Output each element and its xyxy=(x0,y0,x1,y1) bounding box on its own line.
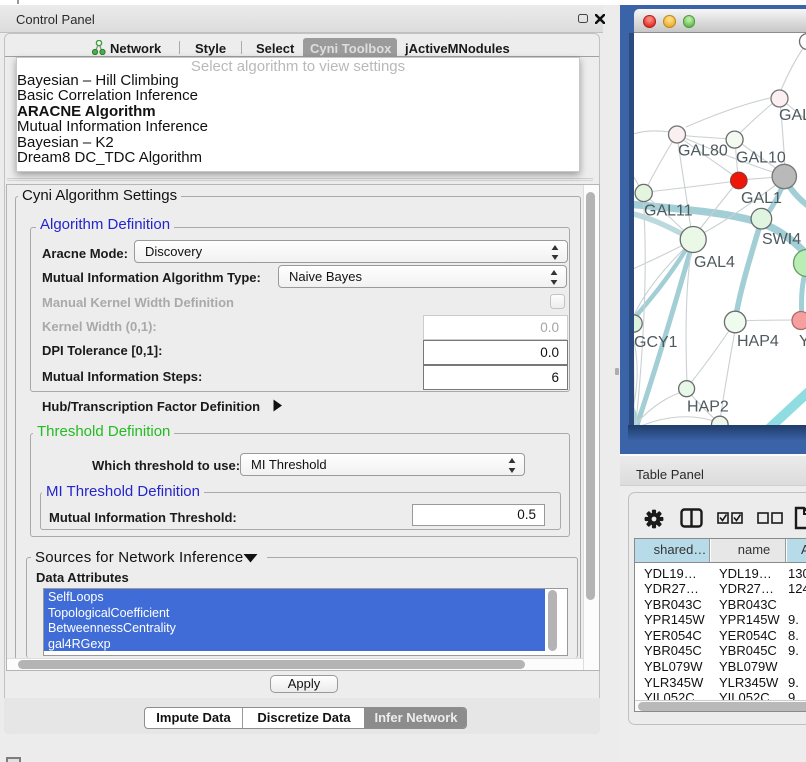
svg-text:GAL80: GAL80 xyxy=(678,143,728,160)
svg-text:GAL4: GAL4 xyxy=(694,254,735,271)
svg-text:GAL11: GAL11 xyxy=(644,203,693,220)
svg-text:GCY1: GCY1 xyxy=(634,334,678,351)
svg-text:GAL1: GAL1 xyxy=(741,190,782,207)
svg-text:SWI4: SWI4 xyxy=(762,231,801,248)
svg-text:HAP4: HAP4 xyxy=(737,333,779,350)
svg-text:YJ: YJ xyxy=(799,333,806,350)
svg-text:HAP2: HAP2 xyxy=(687,399,729,416)
svg-text:GAL7: GAL7 xyxy=(779,107,806,124)
svg-text:GAL10: GAL10 xyxy=(736,150,786,167)
